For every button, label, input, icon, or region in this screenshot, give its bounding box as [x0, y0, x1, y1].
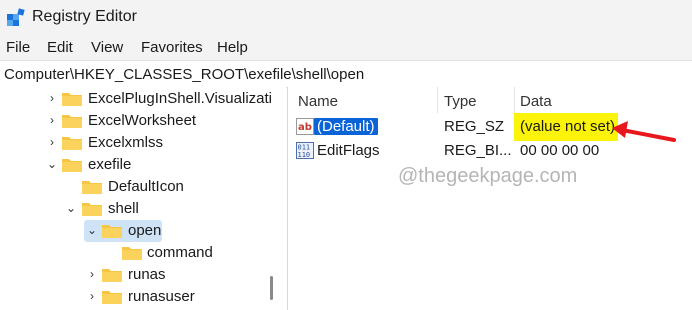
binary-value-icon: 011 110 — [296, 142, 314, 159]
tree-item-exefile[interactable]: ⌄ exefile — [0, 154, 286, 176]
window-title: Registry Editor — [32, 8, 137, 25]
tree-item-runas[interactable]: › runas — [0, 264, 286, 286]
value-name: EditFlags — [317, 142, 380, 159]
address-path[interactable]: Computer\HKEY_CLASSES_ROOT\exefile\shell… — [4, 66, 364, 83]
tree-item-label: runas — [128, 266, 166, 283]
value-name-selected: (Default) — [314, 118, 378, 135]
tree-item-excelworksheet[interactable]: › ExcelWorksheet — [0, 110, 286, 132]
value-type: REG_SZ — [444, 118, 505, 135]
menu-help[interactable]: Help — [217, 39, 248, 56]
chevron-right-icon[interactable]: › — [86, 267, 98, 281]
tree-item-shell[interactable]: ⌄ shell — [0, 198, 286, 220]
menu-file[interactable]: File — [6, 39, 30, 56]
title-bar: Registry Editor — [0, 0, 692, 36]
menu-bar: File Edit View Favorites Help — [0, 36, 692, 60]
tree-item-label: DefaultIcon — [108, 178, 184, 195]
value-type: REG_BI... — [444, 142, 512, 159]
tree-item-label: exefile — [88, 156, 132, 173]
value-name: (Default) — [314, 118, 378, 135]
column-header-data[interactable]: Data — [520, 93, 552, 110]
tree-item-label: open — [128, 222, 162, 239]
chevron-down-icon[interactable]: ⌄ — [46, 157, 58, 171]
folder-open-icon — [62, 159, 82, 172]
chevron-right-icon[interactable]: › — [86, 289, 98, 303]
column-separator[interactable] — [514, 87, 515, 113]
folder-icon — [102, 291, 122, 304]
value-data: 00 00 00 00 — [520, 142, 600, 159]
value-data: (value not set) — [520, 118, 616, 135]
chevron-right-icon[interactable]: › — [46, 135, 58, 149]
menu-edit[interactable]: Edit — [47, 39, 73, 56]
chevron-down-icon[interactable]: ⌄ — [65, 201, 77, 215]
key-tree[interactable]: › ExcelPlugInShell.Visualizati › ExcelWo… — [0, 87, 286, 310]
tree-item-excelpluginshell[interactable]: › ExcelPlugInShell.Visualizati — [0, 88, 286, 110]
tree-item-open[interactable]: ⌄ open — [0, 220, 286, 242]
folder-open-icon — [102, 225, 122, 238]
column-header-name[interactable]: Name — [298, 93, 338, 110]
tree-item-label: shell — [108, 200, 139, 217]
tree-item-label: command — [147, 244, 213, 261]
tree-item-runasuser[interactable]: › runasuser — [0, 286, 286, 308]
tree-item-label: ExcelPlugInShell.Visualizati — [88, 90, 272, 107]
tree-scrollbar-thumb[interactable] — [270, 276, 273, 300]
folder-icon — [122, 247, 142, 260]
address-bar[interactable]: Computer\HKEY_CLASSES_ROOT\exefile\shell… — [0, 60, 692, 88]
folder-icon — [62, 93, 82, 106]
folder-icon — [62, 115, 82, 128]
folder-icon — [62, 137, 82, 150]
folder-icon — [102, 269, 122, 282]
tree-item-label: runasuser — [128, 288, 195, 305]
svg-text:ab: ab — [298, 122, 312, 133]
column-header-type[interactable]: Type — [444, 93, 477, 110]
chevron-down-icon[interactable]: ⌄ — [86, 223, 98, 237]
string-value-icon: ab — [296, 118, 314, 135]
chevron-right-icon[interactable]: › — [46, 113, 58, 127]
tree-item-label: ExcelWorksheet — [88, 112, 197, 129]
tree-item-defaulticon[interactable]: DefaultIcon — [0, 176, 286, 198]
column-separator[interactable] — [437, 87, 438, 113]
red-arrow-icon — [612, 121, 676, 142]
tree-item-excelxmlss[interactable]: › Excelxmlss — [0, 132, 286, 154]
watermark-text: @thegeekpage.com — [398, 165, 578, 187]
tree-item-command[interactable]: command — [0, 242, 286, 264]
registry-editor-icon — [7, 8, 25, 26]
chevron-right-icon[interactable]: › — [46, 91, 58, 105]
tree-item-label: Excelxmlss — [88, 134, 164, 151]
folder-open-icon — [82, 203, 102, 216]
menu-favorites[interactable]: Favorites — [141, 39, 203, 56]
svg-text:110: 110 — [298, 151, 311, 159]
menu-view[interactable]: View — [91, 39, 123, 56]
folder-icon — [82, 181, 102, 194]
